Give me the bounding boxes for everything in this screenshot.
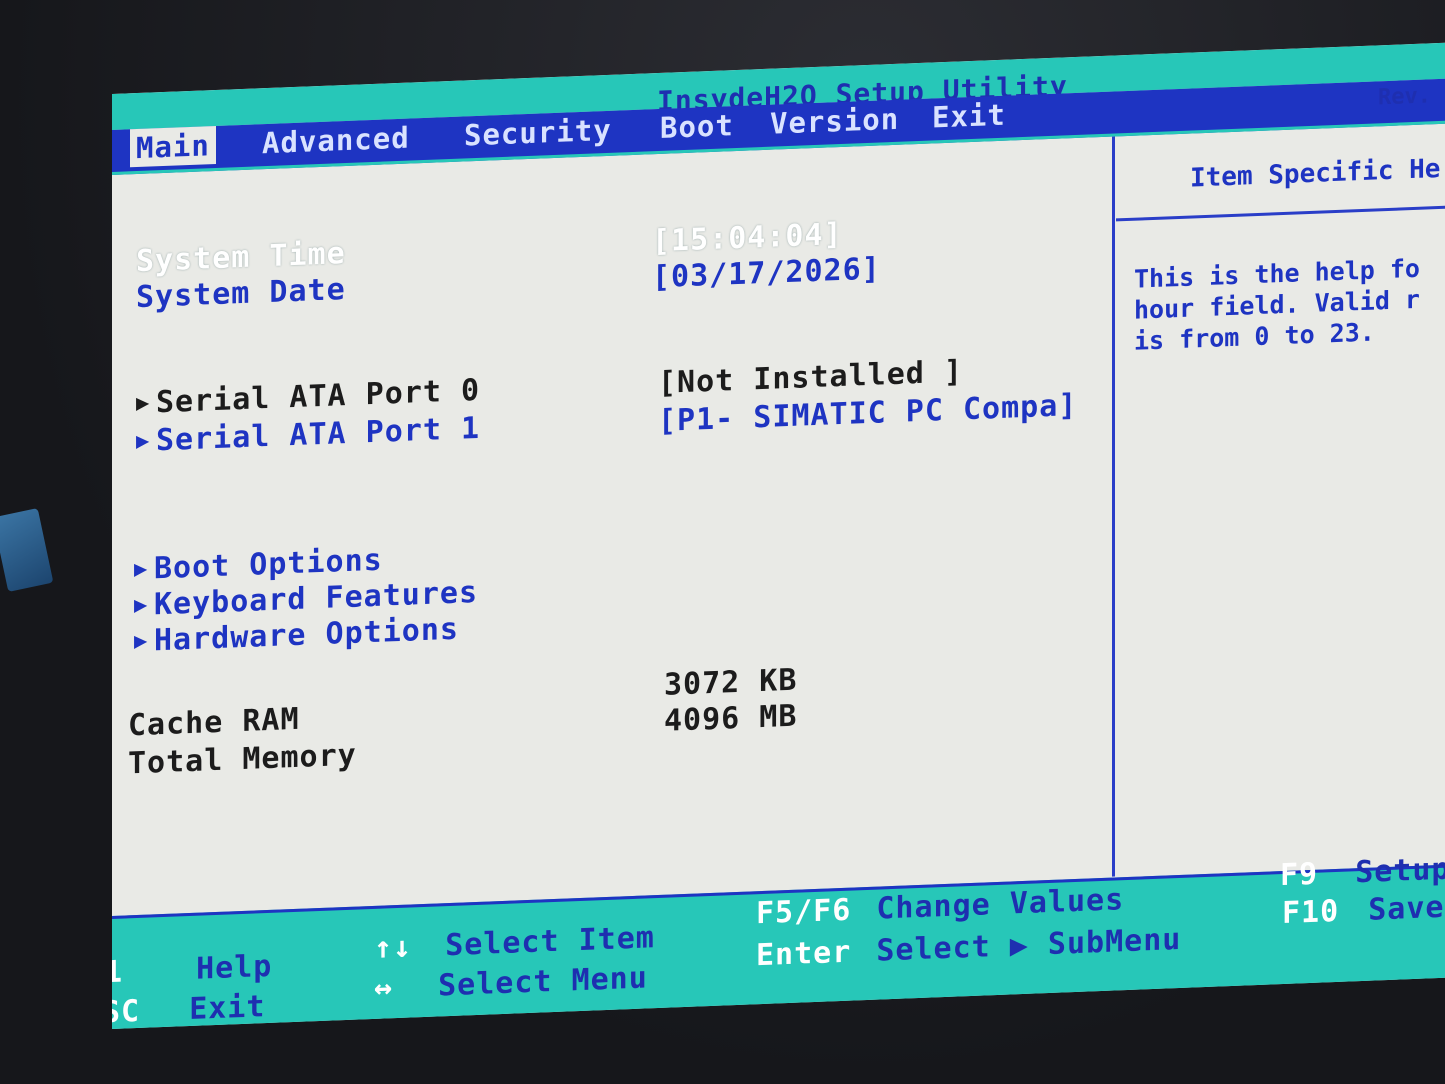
enter-hint: Enter Select ▶ SubMenu — [756, 922, 1181, 973]
tab-boot[interactable]: Boot — [660, 106, 734, 147]
system-date-label[interactable]: System Date — [136, 272, 346, 315]
f5f6-key: F5/F6 — [756, 892, 852, 932]
f1-key: 1 — [112, 954, 124, 991]
leftright-arrows-icon: ↔ — [374, 970, 394, 1006]
submenu-arrow-icon: ▶ — [136, 428, 151, 455]
help-title: Item Specific He — [1190, 153, 1441, 194]
enter-key: Enter — [756, 934, 852, 974]
f9-desc: Setup — [1355, 851, 1445, 891]
esc-desc: Exit — [189, 989, 266, 1028]
enter-desc: Select ▶ SubMenu — [876, 921, 1182, 969]
help-header: Item Specific He — [1116, 123, 1445, 222]
f10-desc: Save a — [1368, 888, 1445, 928]
submenu-arrow-icon: ▶ — [136, 390, 151, 417]
help-pane: Item Specific He This is the help fo hou… — [1116, 123, 1445, 877]
f9-key: F9 — [1280, 856, 1319, 894]
submenu-arrow-icon: ▶ — [134, 592, 149, 619]
tab-security[interactable]: Security — [464, 111, 612, 155]
help-text: This is the help fo hour field. Valid r … — [1134, 251, 1445, 356]
f1-help-hint: 1 Help — [112, 949, 272, 990]
esc-exit-hint: SC Exit — [112, 989, 265, 1029]
f10-key: F10 — [1282, 893, 1340, 932]
esc-key: SC — [112, 993, 141, 1029]
f1-desc: Help — [196, 948, 273, 987]
f10-hint: F10 Save a — [1282, 888, 1445, 931]
bios-screen: InsydeH2O Setup Utility Main Advanced Se… — [112, 42, 1445, 1029]
tab-main[interactable]: Main — [130, 126, 216, 168]
revision-label: Rev. — [1378, 83, 1431, 111]
leftright-hint: ↔ Select Menu — [374, 960, 648, 1006]
system-date-value[interactable]: [03/17/2026] — [652, 251, 881, 295]
cache-ram-label: Cache RAM — [128, 701, 300, 744]
f9-hint: F9 Setup — [1280, 852, 1445, 894]
tab-exit[interactable]: Exit — [932, 96, 1006, 137]
cache-ram-value: 3072 KB — [664, 662, 798, 703]
tab-advanced[interactable]: Advanced — [262, 119, 410, 163]
updown-hint: ↑↓ Select Item — [374, 920, 655, 966]
updown-arrows-icon: ↑↓ — [374, 929, 413, 966]
f5f6-hint: F5/F6 Change Values — [756, 882, 1124, 931]
leftright-desc: Select Menu — [438, 960, 648, 1004]
tab-version[interactable]: Version — [770, 100, 899, 143]
system-time-value[interactable]: [15:04:04] — [652, 217, 843, 259]
submenu-arrow-icon: ▶ — [134, 556, 149, 583]
f5f6-desc: Change Values — [876, 882, 1125, 927]
total-memory-label: Total Memory — [128, 737, 357, 782]
submenu-arrow-icon: ▶ — [134, 628, 149, 655]
updown-desc: Select Item — [445, 920, 655, 964]
total-memory-value: 4096 MB — [664, 698, 798, 739]
main-pane: System Time [15:04:04] System Date [03/1… — [112, 136, 1115, 915]
